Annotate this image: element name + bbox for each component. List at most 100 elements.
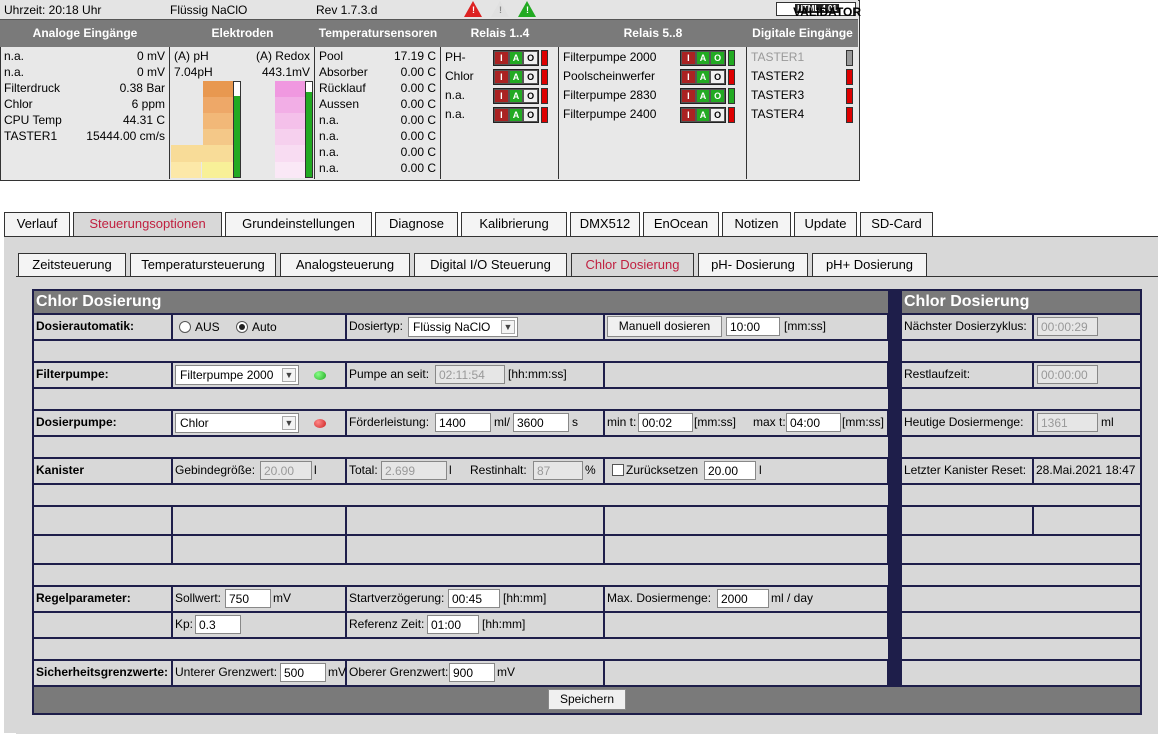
iao-i-button[interactable]: I <box>682 71 695 83</box>
maxdosier-input[interactable] <box>717 589 769 608</box>
dosiertyp-cell: Dosiertyp: Flüssig NaClO ▼ <box>347 315 603 339</box>
iao-a-button[interactable]: A <box>696 90 710 102</box>
spacer-row-right <box>902 341 1140 361</box>
iao-a-button[interactable]: A <box>509 109 523 121</box>
subtab-ph-dosierung[interactable]: pH+ Dosierung <box>812 253 927 276</box>
unterer-input[interactable] <box>280 663 326 682</box>
iao-a-button[interactable]: A <box>696 71 710 83</box>
relais-iao-switch[interactable]: IAO <box>680 50 726 66</box>
digital-state-indicator <box>846 69 853 85</box>
manuell-duration-input[interactable] <box>726 317 780 336</box>
relais-state-indicator <box>728 50 735 66</box>
iao-a-button[interactable]: A <box>509 71 523 83</box>
relais-iao-switch[interactable]: IAO <box>680 88 726 104</box>
relais-iao-switch[interactable]: IAO <box>680 69 726 85</box>
ph-label: (A) pH <box>174 49 209 63</box>
radio-aus-label: AUS <box>195 320 220 334</box>
chevron-down-icon: ▼ <box>282 368 296 382</box>
tab-enocean[interactable]: EnOcean <box>643 212 719 236</box>
iao-a-button[interactable]: A <box>696 109 710 121</box>
radio-aus[interactable] <box>179 321 191 333</box>
html-validator-badge[interactable]: VALIDATOR HTML 4.01 <box>776 2 861 18</box>
tab-notizen[interactable]: Notizen <box>722 212 791 236</box>
empty-cell <box>605 613 887 637</box>
startverz-input[interactable] <box>448 589 500 608</box>
relais-iao-switch[interactable]: IAO <box>493 88 539 104</box>
relais-iao-switch[interactable]: IAO <box>680 107 726 123</box>
tab-grundeinstellungen[interactable]: Grundeinstellungen <box>225 212 372 236</box>
dosiertyp-select[interactable]: Flüssig NaClO ▼ <box>408 317 518 337</box>
iao-o-button[interactable]: O <box>524 71 538 83</box>
iao-i-button[interactable]: I <box>495 52 508 64</box>
iao-o-button[interactable]: O <box>524 52 538 64</box>
iao-i-button[interactable]: I <box>682 109 695 121</box>
subtab-analogsteuerung[interactable]: Analogsteuerung <box>280 253 410 276</box>
subtab-chlor-dosierung[interactable]: Chlor Dosierung <box>571 253 694 276</box>
sollwert-input[interactable] <box>225 589 271 608</box>
redox-bar-graph <box>275 81 313 178</box>
iao-i-button[interactable]: I <box>495 109 508 121</box>
iao-i-button[interactable]: I <box>495 90 508 102</box>
iao-o-button[interactable]: O <box>711 90 725 102</box>
analog-row: n.a. 0 mV <box>4 65 165 81</box>
foerder-s-input[interactable] <box>513 413 569 432</box>
tab-dmx512[interactable]: DMX512 <box>570 212 640 236</box>
sicher-label-cell: Sicherheitsgrenzwerte: <box>34 661 171 685</box>
subtab-zeitsteuerung[interactable]: Zeitsteuerung <box>18 253 126 276</box>
subtab-digital-i-o-steuerung[interactable]: Digital I/O Steuerung <box>414 253 567 276</box>
tab-sd-card[interactable]: SD-Card <box>860 212 933 236</box>
relais-iao-switch[interactable]: IAO <box>493 50 539 66</box>
iao-o-button[interactable]: O <box>524 90 538 102</box>
iao-a-button[interactable]: A <box>509 52 523 64</box>
tab-kalibrierung[interactable]: Kalibrierung <box>461 212 567 236</box>
max-t-input[interactable] <box>786 413 841 432</box>
radio-auto[interactable] <box>236 321 248 333</box>
dosierpumpe-select[interactable]: Chlor ▼ <box>175 413 299 433</box>
regel-label-cell: Regelparameter: <box>34 587 171 611</box>
iao-o-button[interactable]: O <box>711 71 725 83</box>
iao-a-button[interactable]: A <box>696 52 710 64</box>
header-digital: Digitale Eingänge <box>752 26 853 40</box>
analog-row: Filterdruck 0.38 Bar <box>4 81 165 97</box>
save-button[interactable]: Speichern <box>548 689 626 710</box>
kp-input[interactable] <box>195 615 241 634</box>
dosierautomatik-radio-cell: AUS Auto <box>173 315 345 339</box>
zuruecksetzen-input[interactable] <box>704 461 756 480</box>
relais-row: PH- I A O <box>445 50 554 66</box>
status-topbar: Uhrzeit: 20:18 Uhr Flüssig NaClO Rev 1.7… <box>0 0 861 20</box>
iao-o-button[interactable]: O <box>524 109 538 121</box>
relais-label: Filterpumpe 2400 <box>563 107 657 121</box>
analog-value: 44.31 C <box>122 113 165 127</box>
zuruecksetzen-checkbox[interactable] <box>612 464 624 476</box>
header-relais58: Relais 5..8 <box>623 26 683 40</box>
header-relais14: Relais 1..4 <box>470 26 530 40</box>
subtab-ph-dosierung[interactable]: pH- Dosierung <box>698 253 808 276</box>
foerder-ml-input[interactable] <box>435 413 491 432</box>
subtab-temperatursteuerung[interactable]: Temperatursteuerung <box>130 253 276 276</box>
temp-row: Aussen 0.00 C <box>319 97 436 113</box>
filterpumpe-select[interactable]: Filterpumpe 2000 ▼ <box>175 365 299 385</box>
iao-i-button[interactable]: I <box>495 71 508 83</box>
digital-state-indicator <box>846 88 853 104</box>
tab-diagnose[interactable]: Diagnose <box>375 212 458 236</box>
relais-iao-switch[interactable]: IAO <box>493 69 539 85</box>
relais-iao-switch[interactable]: IAO <box>493 107 539 123</box>
iao-a-button[interactable]: A <box>509 90 523 102</box>
iao-o-button[interactable]: O <box>711 52 725 64</box>
temp-label: n.a. <box>319 161 340 175</box>
tab-steuerungsoptionen[interactable]: Steuerungsoptionen <box>73 212 222 237</box>
iao-o-button[interactable]: O <box>711 109 725 121</box>
referenz-input[interactable] <box>427 615 479 634</box>
tab-verlauf[interactable]: Verlauf <box>4 212 70 236</box>
manuell-cell: Manuell dosieren [mm:ss] <box>605 315 887 339</box>
iao-i-button[interactable]: I <box>682 90 695 102</box>
iao-i-button[interactable]: I <box>682 52 695 64</box>
tab-update[interactable]: Update <box>794 212 857 236</box>
oberer-input[interactable] <box>449 663 495 682</box>
oberer-cell: Oberer Grenzwert: mV <box>347 661 603 685</box>
manuell-dosieren-button[interactable]: Manuell dosieren <box>607 316 722 337</box>
naechster-value-cell <box>1034 315 1140 339</box>
chlor-dosierung-panel: Chlor Dosierung Chlor Dosierung Dosierau… <box>32 289 1142 715</box>
analog-label: Filterdruck <box>4 81 61 95</box>
min-t-input[interactable] <box>638 413 693 432</box>
